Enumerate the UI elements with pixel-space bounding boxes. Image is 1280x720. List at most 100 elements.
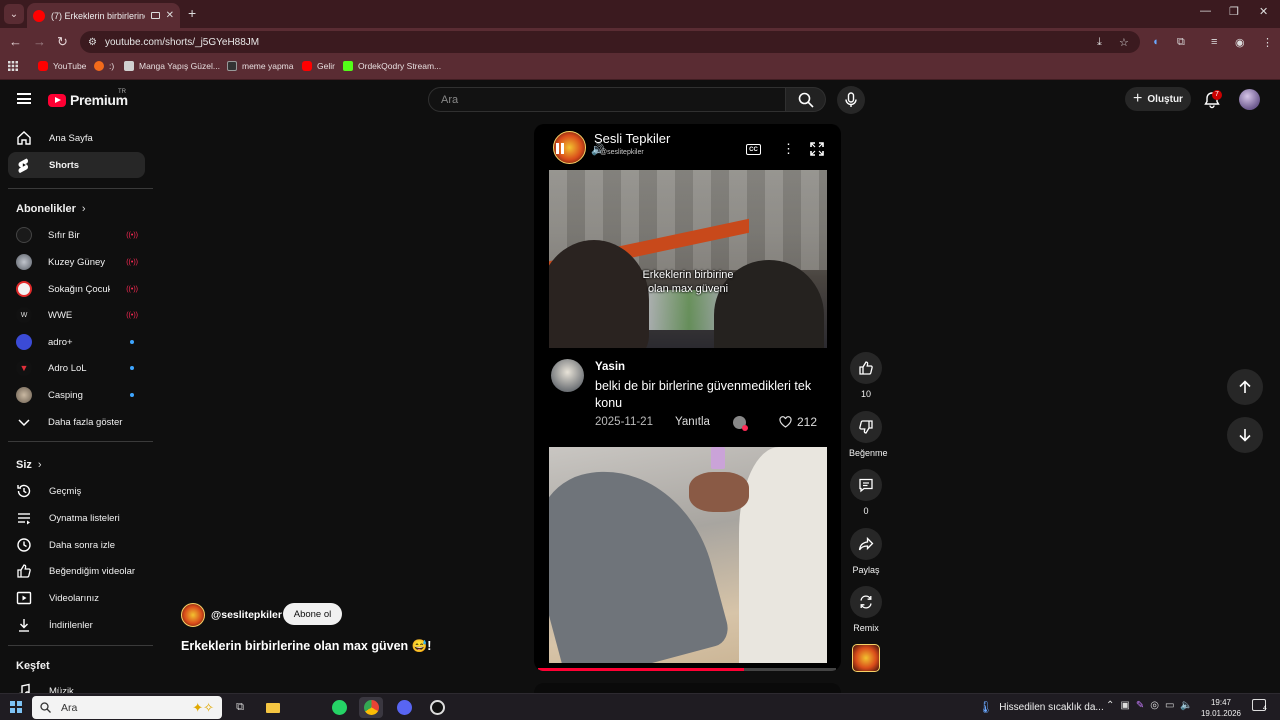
new-content-dot — [130, 393, 134, 397]
bookmark-star-icon[interactable]: ☆ — [1119, 36, 1129, 49]
subscription-adro-plus[interactable]: adro+ — [16, 331, 138, 353]
video-progress-bar[interactable] — [538, 668, 836, 671]
pause-icon[interactable] — [556, 143, 564, 154]
fullscreen-icon[interactable] — [810, 142, 824, 156]
tab-active[interactable]: (7) Erkeklerin birbirlerine ol... ✕ — [27, 3, 180, 28]
steam-icon[interactable]: ◎ — [1150, 700, 1159, 711]
extension-icon[interactable]: ◖ — [1152, 36, 1159, 48]
apps-grid-icon[interactable] — [8, 61, 18, 71]
like-button[interactable]: 10 — [849, 352, 883, 399]
show-more-subscriptions[interactable]: Daha fazla göster — [16, 411, 138, 433]
reading-list-icon[interactable]: ≡ — [1211, 36, 1217, 48]
bookmark-youtube[interactable]: YouTube — [38, 61, 86, 71]
share-label: Paylaş — [852, 565, 880, 575]
chrome-menu-icon[interactable]: ⋮ — [1262, 36, 1273, 49]
bookmark-meme[interactable]: meme yapma — [227, 61, 294, 71]
subscriptions-heading[interactable]: Abonelikler › — [16, 203, 86, 215]
sidebar-item-history[interactable]: Geçmiş — [8, 478, 145, 504]
next-short-preview[interactable] — [534, 683, 841, 693]
weather-widget[interactable]: 🌡 Hissedilen sıcaklık da... — [978, 700, 1104, 714]
audio-source-thumbnail[interactable] — [852, 644, 880, 672]
subscription-kuzey-guney[interactable]: Kuzey Güney ((•)) — [16, 251, 138, 273]
chevron-right-icon: › — [37, 459, 42, 471]
tab-close-icon[interactable]: ✕ — [166, 10, 174, 21]
sidebar-item-shorts[interactable]: Shorts — [8, 152, 145, 178]
account-avatar[interactable] — [1239, 89, 1260, 110]
sidebar-item-liked-videos[interactable]: Beğendiğim videolar — [8, 558, 145, 584]
video-progress-fill — [538, 668, 744, 671]
comments-button[interactable]: 0 — [849, 469, 883, 516]
voice-search-button[interactable] — [837, 86, 865, 114]
subscribe-button[interactable]: Abone ol — [283, 603, 342, 625]
subscription-adro-lol[interactable]: ▼ Adro LoL — [16, 357, 138, 379]
search-button[interactable] — [786, 87, 826, 112]
sidebar-item-home[interactable]: Ana Sayfa — [8, 125, 145, 151]
taskbar-search[interactable]: Ara ✦✧ — [32, 696, 222, 719]
video-channel[interactable]: @seslitepkiler — [181, 603, 282, 627]
recording-app-icon[interactable] — [425, 697, 449, 718]
extensions-puzzle-icon[interactable]: ⧉ — [1177, 36, 1185, 49]
bookmark-label: OrdekQodry Stream... — [358, 61, 442, 71]
close-window-button[interactable]: ✕ — [1259, 5, 1268, 18]
bookmark-manga[interactable]: Manga Yapış Güzel... — [124, 61, 220, 71]
previous-short-button[interactable] — [1227, 369, 1263, 405]
whatsapp-icon[interactable] — [327, 697, 351, 718]
task-view-icon[interactable]: ⧉ — [228, 697, 252, 718]
next-short-button[interactable] — [1227, 417, 1263, 453]
windows-start-icon[interactable] — [10, 701, 22, 713]
bookmark-kick[interactable]: OrdekQodry Stream... — [343, 61, 441, 71]
tray-app-icon[interactable]: ▣ — [1120, 700, 1129, 711]
chrome-icon[interactable] — [359, 697, 383, 718]
restore-button[interactable]: ❐ — [1229, 5, 1239, 18]
youtube-favicon-icon — [33, 9, 45, 22]
subscription-sokagin-cocuklari[interactable]: Sokağın Çocukları ((•)) — [16, 278, 138, 300]
install-app-icon[interactable]: ⤓ — [1097, 36, 1102, 49]
more-options-icon[interactable]: ⋮ — [782, 141, 795, 157]
dislike-button[interactable]: Beğenme — [849, 411, 888, 458]
youtube-premium-logo[interactable]: Premium TR — [48, 89, 128, 108]
volume-icon[interactable]: 🔈 — [1180, 700, 1192, 711]
sidebar-item-your-videos[interactable]: Videolarınız — [8, 585, 145, 611]
reload-button[interactable]: ↻ — [57, 34, 68, 50]
arrow-up-icon — [1239, 380, 1251, 393]
thumbs-up-icon — [859, 361, 873, 375]
taskbar-clock[interactable]: 19:47 19.01.2026 — [1200, 697, 1242, 719]
subscription-casping[interactable]: Casping — [16, 384, 138, 406]
kick-favicon-icon — [343, 61, 353, 71]
playlists-icon — [18, 513, 30, 525]
url-text: youtube.com/shorts/_j5GYeH88JM — [104, 36, 260, 48]
orange-circle-icon — [94, 61, 104, 71]
subscription-name: Adro LoL — [48, 362, 87, 374]
sidebar-item-playlists[interactable]: Oynatma listeleri — [8, 505, 145, 531]
remix-button[interactable]: Remix — [849, 586, 883, 633]
network-icon[interactable]: ▭ — [1165, 700, 1174, 711]
search-input[interactable]: Ara — [428, 87, 786, 112]
profile-icon[interactable]: ◉ — [1235, 36, 1245, 49]
captions-icon[interactable]: CC — [746, 144, 761, 155]
subscription-wwe[interactable]: W WWE ((•)) — [16, 304, 138, 326]
comment-like-count: 212 — [797, 415, 818, 429]
new-tab-button[interactable]: + — [188, 5, 196, 21]
minimize-button[interactable]: — — [1200, 5, 1211, 17]
file-explorer-icon[interactable] — [261, 697, 285, 718]
discord-icon[interactable] — [392, 697, 416, 718]
create-button[interactable]: + Oluştur — [1125, 87, 1191, 111]
share-button[interactable]: Paylaş — [849, 528, 883, 575]
chevron-up-icon[interactable]: ⌃ — [1106, 700, 1114, 711]
forward-button[interactable]: → — [33, 34, 46, 49]
address-bar[interactable]: ⚙ youtube.com/shorts/_j5GYeH88JM — [80, 31, 1140, 53]
comment-reply-label: Yanıtla — [675, 416, 710, 428]
bookmark-gelir[interactable]: Gelir — [302, 61, 335, 71]
site-info-icon[interactable]: ⚙ — [88, 37, 97, 48]
sidebar-item-downloads[interactable]: İndirilenler — [8, 612, 145, 638]
microphone-icon — [845, 92, 857, 107]
bookmark-smile[interactable]: :) — [94, 61, 114, 71]
you-heading[interactable]: Siz › — [16, 459, 42, 471]
menu-icon[interactable] — [17, 93, 31, 104]
subscription-sifir-bir[interactable]: Sıfır Bir ((•)) — [16, 224, 138, 246]
shorts-player[interactable]: 🔊 Sesli Tepkiler @seslitepkiler CC ⋮ Erk… — [534, 124, 841, 671]
tray-app-icon[interactable]: ✎ — [1136, 700, 1144, 711]
back-button[interactable]: ← — [9, 34, 22, 49]
tab-search-button[interactable]: ⌄ — [4, 4, 24, 24]
sidebar-item-watch-later[interactable]: Daha sonra izle — [8, 532, 145, 558]
